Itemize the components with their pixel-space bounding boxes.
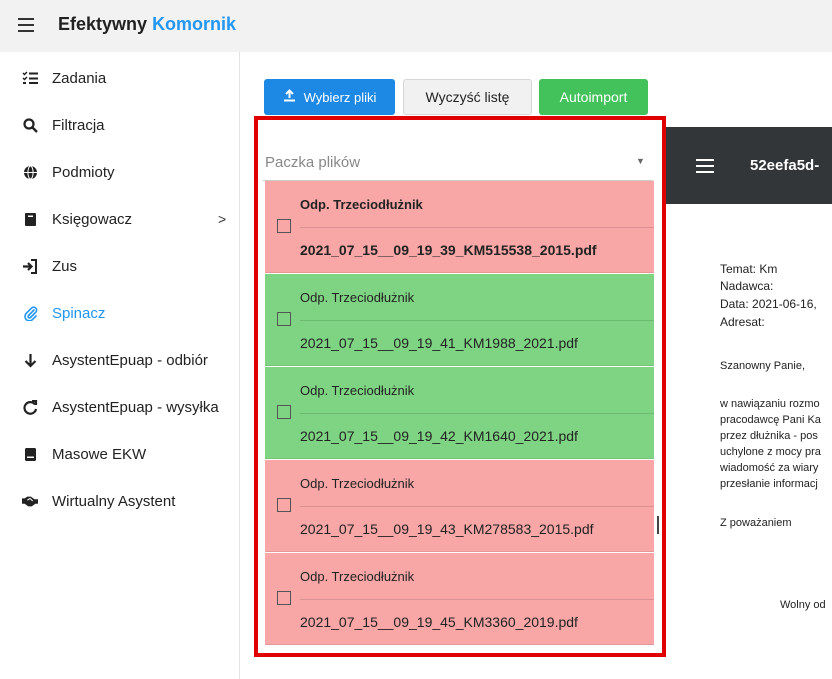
sidebar-item-epuap-wysylka[interactable]: AsystentEpuap - wysyłka — [0, 389, 239, 425]
package-select[interactable]: Paczka plików ▼ — [263, 126, 653, 182]
sidebar-item-zus[interactable]: Zus — [0, 248, 239, 284]
file-checkbox[interactable] — [277, 498, 291, 512]
pdf-paragraph-line: uchylone z mocy pra — [720, 446, 821, 458]
pdf-line-greeting: Szanowny Panie, — [720, 360, 805, 372]
top-bar: Efektywny Komornik — [0, 0, 832, 52]
choose-files-button[interactable]: Wybierz pliki — [264, 79, 395, 115]
pdf-line-nadawca: Nadawca: — [720, 279, 774, 293]
file-checkbox[interactable] — [277, 591, 291, 605]
pdf-viewer-toolbar: 52eefa5d- — [666, 127, 832, 204]
sidebar-item-filtracja[interactable]: Filtracja — [0, 107, 239, 143]
row-divider — [300, 599, 654, 600]
file-title: Odp. Trzeciodłużnik — [300, 569, 415, 584]
caret-down-icon: ▼ — [636, 156, 645, 166]
pdf-document-title: 52eefa5d- — [750, 157, 820, 174]
row-divider — [300, 506, 654, 507]
menu-icon[interactable] — [18, 18, 34, 32]
pdf-paragraph-line: przez dłużnika - pos — [720, 430, 818, 442]
sidebar-item-masowe-ekw[interactable]: Masowe EKW — [0, 436, 239, 472]
sign-in-icon — [22, 258, 38, 274]
sidebar-item-podmioty[interactable]: Podmioty — [0, 154, 239, 190]
sidebar-item-wirtualny-asystent[interactable]: Wirtualny Asystent — [0, 483, 239, 519]
file-checkbox[interactable] — [277, 219, 291, 233]
file-checkbox[interactable] — [277, 405, 291, 419]
file-title: Odp. Trzeciodłużnik — [300, 197, 423, 212]
file-checkbox[interactable] — [277, 312, 291, 326]
file-title: Odp. Trzeciodłużnik — [300, 383, 415, 398]
pdf-line-data: Data: 2021-06-16, — [720, 297, 817, 311]
package-select-placeholder: Paczka plików — [265, 154, 361, 171]
file-list: Odp. Trzeciodłużnik 2021_07_15__09_19_39… — [265, 181, 654, 647]
redo-icon — [22, 399, 38, 415]
sidebar-item-epuap-odbior[interactable]: AsystentEpuap - odbiór — [0, 342, 239, 378]
app-title: Efektywny Komornik — [58, 14, 237, 34]
sidebar-item-spinacz[interactable]: Spinacz — [0, 295, 239, 331]
file-title: Odp. Trzeciodłużnik — [300, 476, 415, 491]
file-row[interactable]: Odp. Trzeciodłużnik 2021_07_15__09_19_45… — [265, 553, 654, 645]
row-divider — [300, 227, 654, 228]
chevron-right-icon: > — [218, 211, 227, 227]
book-icon — [22, 211, 38, 227]
file-row[interactable]: Odp. Trzeciodłużnik 2021_07_15__09_19_43… — [265, 460, 654, 552]
file-row[interactable]: Odp. Trzeciodłużnik 2021_07_15__09_19_41… — [265, 274, 654, 366]
pdf-line-adresat: Adresat: — [720, 315, 765, 329]
pdf-line-signature: Wolny od — [780, 599, 826, 611]
file-name: 2021_07_15__09_19_39_KM515538_2015.pdf — [300, 242, 597, 258]
pdf-line-temat: Temat: Km — [720, 262, 778, 276]
menu-icon[interactable] — [696, 159, 714, 173]
file-name: 2021_07_15__09_19_42_KM1640_2021.pdf — [300, 428, 578, 444]
search-icon — [22, 117, 38, 133]
row-divider — [300, 320, 654, 321]
handshake-icon — [22, 493, 38, 509]
pdf-paragraph-line: pracodawcę Pani Ka — [720, 414, 821, 426]
pdf-paragraph-line: przesłanie informacj — [720, 478, 818, 490]
pdf-paragraph-line: w nawiązaniu rozmo — [720, 398, 820, 410]
sidebar-item-ksiegowacz[interactable]: Księgowacz > — [0, 201, 239, 237]
list-check-icon — [22, 70, 38, 86]
text-cursor — [657, 516, 659, 534]
sidebar: Zadania Filtracja Podmioty Księgowacz > … — [0, 52, 240, 679]
file-title: Odp. Trzeciodłużnik — [300, 290, 415, 305]
pdf-line-closing: Z poważaniem — [720, 517, 792, 529]
pdf-paragraph-line: wiadomość za wiary — [720, 462, 819, 474]
clear-list-button[interactable]: Wyczyść listę — [403, 79, 532, 115]
sidebar-item-zadania[interactable]: Zadania — [0, 60, 239, 96]
document-icon — [22, 446, 38, 462]
file-row[interactable]: Odp. Trzeciodłużnik 2021_07_15__09_19_42… — [265, 367, 654, 459]
paperclip-icon — [22, 305, 38, 321]
arrow-down-icon — [22, 352, 38, 368]
upload-icon — [283, 89, 296, 105]
file-name: 2021_07_15__09_19_45_KM3360_2019.pdf — [300, 614, 578, 630]
globe-icon — [22, 164, 38, 180]
file-row[interactable]: Odp. Trzeciodłużnik 2021_07_15__09_19_39… — [265, 181, 654, 273]
autoimport-button[interactable]: Autoimport — [539, 79, 648, 115]
row-divider — [300, 413, 654, 414]
file-name: 2021_07_15__09_19_43_KM278583_2015.pdf — [300, 521, 594, 537]
file-name: 2021_07_15__09_19_41_KM1988_2021.pdf — [300, 335, 578, 351]
